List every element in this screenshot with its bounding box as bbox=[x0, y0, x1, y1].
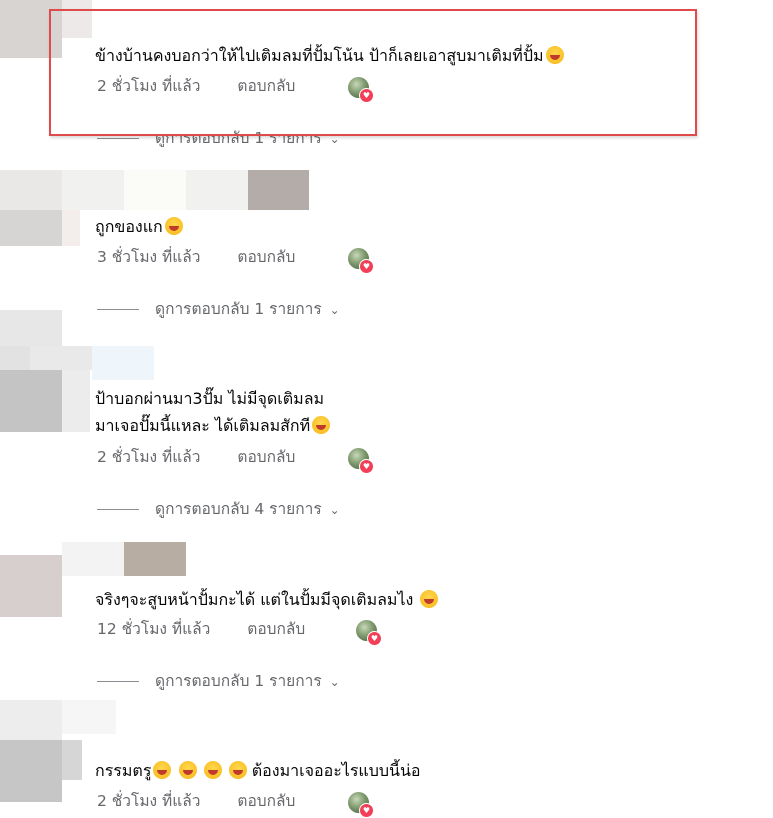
laughing-emoji-icon bbox=[164, 217, 183, 235]
view-replies-label: ดูการตอบกลับ 1 รายการ bbox=[155, 300, 322, 318]
comment-line: กรรมตรู bbox=[95, 761, 152, 780]
blurred-name bbox=[30, 346, 92, 370]
highlight-box bbox=[49, 9, 697, 136]
blurred-name bbox=[62, 170, 124, 210]
comment-time[interactable]: 3 ชั่วโมง ที่แล้ว bbox=[97, 246, 200, 268]
blurred-avatar bbox=[0, 346, 30, 370]
heart-reaction-icon: ♥ bbox=[359, 803, 374, 818]
reply-button[interactable]: ตอบกลับ bbox=[247, 618, 305, 640]
grinning-emoji-icon bbox=[153, 761, 172, 779]
comment-line: ป้าบอกผ่านมา3ปั๊ม ไม่มีจุดเติมลม bbox=[95, 389, 325, 408]
blurred-avatar bbox=[0, 740, 62, 802]
blurred-avatar bbox=[0, 210, 62, 246]
comment-line: มาเจอปั๊มนี้แหละ ได้เติมลมสักที bbox=[95, 416, 311, 435]
grinning-emoji-icon bbox=[228, 761, 247, 779]
blurred-name bbox=[62, 542, 124, 576]
comment-text: กรรมตรู ต้องมาเจออะไรแบบนี้น่อ bbox=[95, 757, 421, 784]
view-replies-label: ดูการตอบกลับ 1 รายการ bbox=[155, 672, 322, 690]
blurred-avatar bbox=[62, 210, 80, 246]
view-replies-link[interactable]: ดูการตอบกลับ 1 รายการ ⌄ bbox=[97, 298, 340, 320]
comment-meta: 12 ชั่วโมง ที่แล้ว ตอบกลับ bbox=[97, 618, 305, 640]
reply-button[interactable]: ตอบกลับ bbox=[237, 446, 295, 468]
sweat-smile-emoji-icon bbox=[420, 590, 439, 608]
reply-button[interactable]: ตอบกลับ bbox=[237, 790, 295, 812]
blurred-name bbox=[124, 170, 186, 210]
reactor-avatar[interactable]: ♥ bbox=[348, 448, 374, 474]
blurred-name bbox=[62, 700, 116, 734]
chevron-down-icon: ⌄ bbox=[329, 303, 340, 317]
thread-line bbox=[97, 509, 139, 510]
blurred-name bbox=[92, 346, 154, 380]
comment-line: ถูกของแก bbox=[95, 217, 163, 236]
blurred-name bbox=[186, 170, 248, 210]
comment-text: ป้าบอกผ่านมา3ปั๊ม ไม่มีจุดเติมลม มาเจอปั… bbox=[95, 385, 331, 439]
reply-button[interactable]: ตอบกลับ bbox=[237, 246, 295, 268]
comment-line: จริงๆจะสูบหน้าปั้มกะได้ แต่ในปั้มมีจุดเต… bbox=[95, 590, 414, 609]
blurred-avatar bbox=[0, 370, 62, 432]
reactor-avatar[interactable]: ♥ bbox=[348, 792, 374, 818]
comment-line: ต้องมาเจออะไรแบบนี้น่อ bbox=[251, 761, 421, 780]
reactor-avatar[interactable]: ♥ bbox=[356, 620, 382, 646]
chevron-down-icon: ⌄ bbox=[329, 503, 340, 517]
comment-meta: 3 ชั่วโมง ที่แล้ว ตอบกลับ bbox=[97, 246, 295, 268]
comment-text: จริงๆจะสูบหน้าปั้มกะได้ แต่ในปั้มมีจุดเต… bbox=[95, 586, 439, 613]
blurred-avatar bbox=[62, 740, 82, 780]
blurred-avatar bbox=[0, 170, 62, 210]
reactor-avatar[interactable]: ♥ bbox=[348, 248, 374, 274]
blurred-avatar bbox=[0, 700, 62, 740]
comment-text: ถูกของแก bbox=[95, 213, 183, 240]
blurred-avatar bbox=[0, 310, 62, 346]
thread-line bbox=[97, 681, 139, 682]
comment-meta: 2 ชั่วโมง ที่แล้ว ตอบกลับ bbox=[97, 446, 295, 468]
view-replies-link[interactable]: ดูการตอบกลับ 4 รายการ ⌄ bbox=[97, 498, 340, 520]
comment-time[interactable]: 2 ชั่วโมง ที่แล้ว bbox=[97, 790, 200, 812]
grinning-emoji-icon bbox=[203, 761, 222, 779]
blurred-avatar bbox=[0, 555, 62, 617]
comment-time[interactable]: 2 ชั่วโมง ที่แล้ว bbox=[97, 446, 200, 468]
heart-reaction-icon: ♥ bbox=[367, 631, 382, 646]
chevron-down-icon: ⌄ bbox=[329, 675, 340, 689]
thread-line bbox=[97, 309, 139, 310]
comment-meta: 2 ชั่วโมง ที่แล้ว ตอบกลับ bbox=[97, 790, 295, 812]
heart-reaction-icon: ♥ bbox=[359, 459, 374, 474]
laughing-emoji-icon bbox=[312, 416, 331, 434]
heart-reaction-icon: ♥ bbox=[359, 259, 374, 274]
view-replies-label: ดูการตอบกลับ 4 รายการ bbox=[155, 500, 322, 518]
view-replies-link[interactable]: ดูการตอบกลับ 1 รายการ ⌄ bbox=[97, 670, 340, 692]
comment-time[interactable]: 12 ชั่วโมง ที่แล้ว bbox=[97, 618, 210, 640]
blurred-name bbox=[124, 542, 186, 576]
thread-line bbox=[97, 138, 139, 139]
grinning-emoji-icon bbox=[178, 761, 197, 779]
blurred-name bbox=[248, 170, 309, 210]
blurred-avatar bbox=[62, 370, 90, 432]
